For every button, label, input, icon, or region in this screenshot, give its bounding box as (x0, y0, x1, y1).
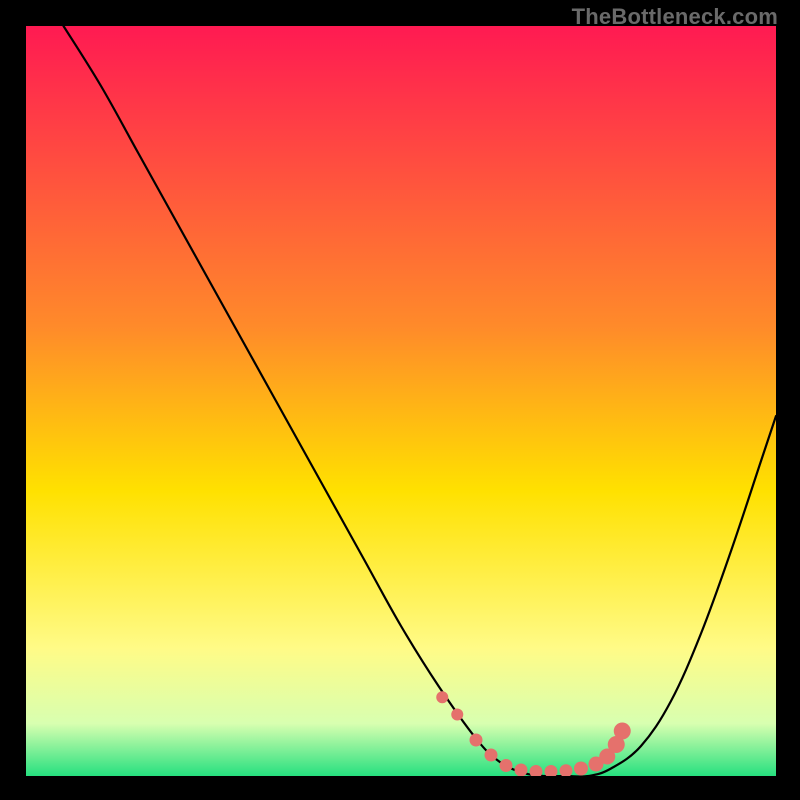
highlight-dot (485, 749, 498, 762)
highlight-dot (436, 691, 448, 703)
highlight-dot (614, 723, 631, 740)
highlight-dot (500, 759, 513, 772)
chart-svg (26, 26, 776, 776)
plot-area (26, 26, 776, 776)
highlight-dot (470, 734, 483, 747)
outer-frame: TheBottleneck.com (0, 0, 800, 800)
highlight-dot (515, 764, 528, 777)
highlight-dot (574, 762, 588, 776)
gradient-background (26, 26, 776, 776)
highlight-dot (451, 709, 463, 721)
